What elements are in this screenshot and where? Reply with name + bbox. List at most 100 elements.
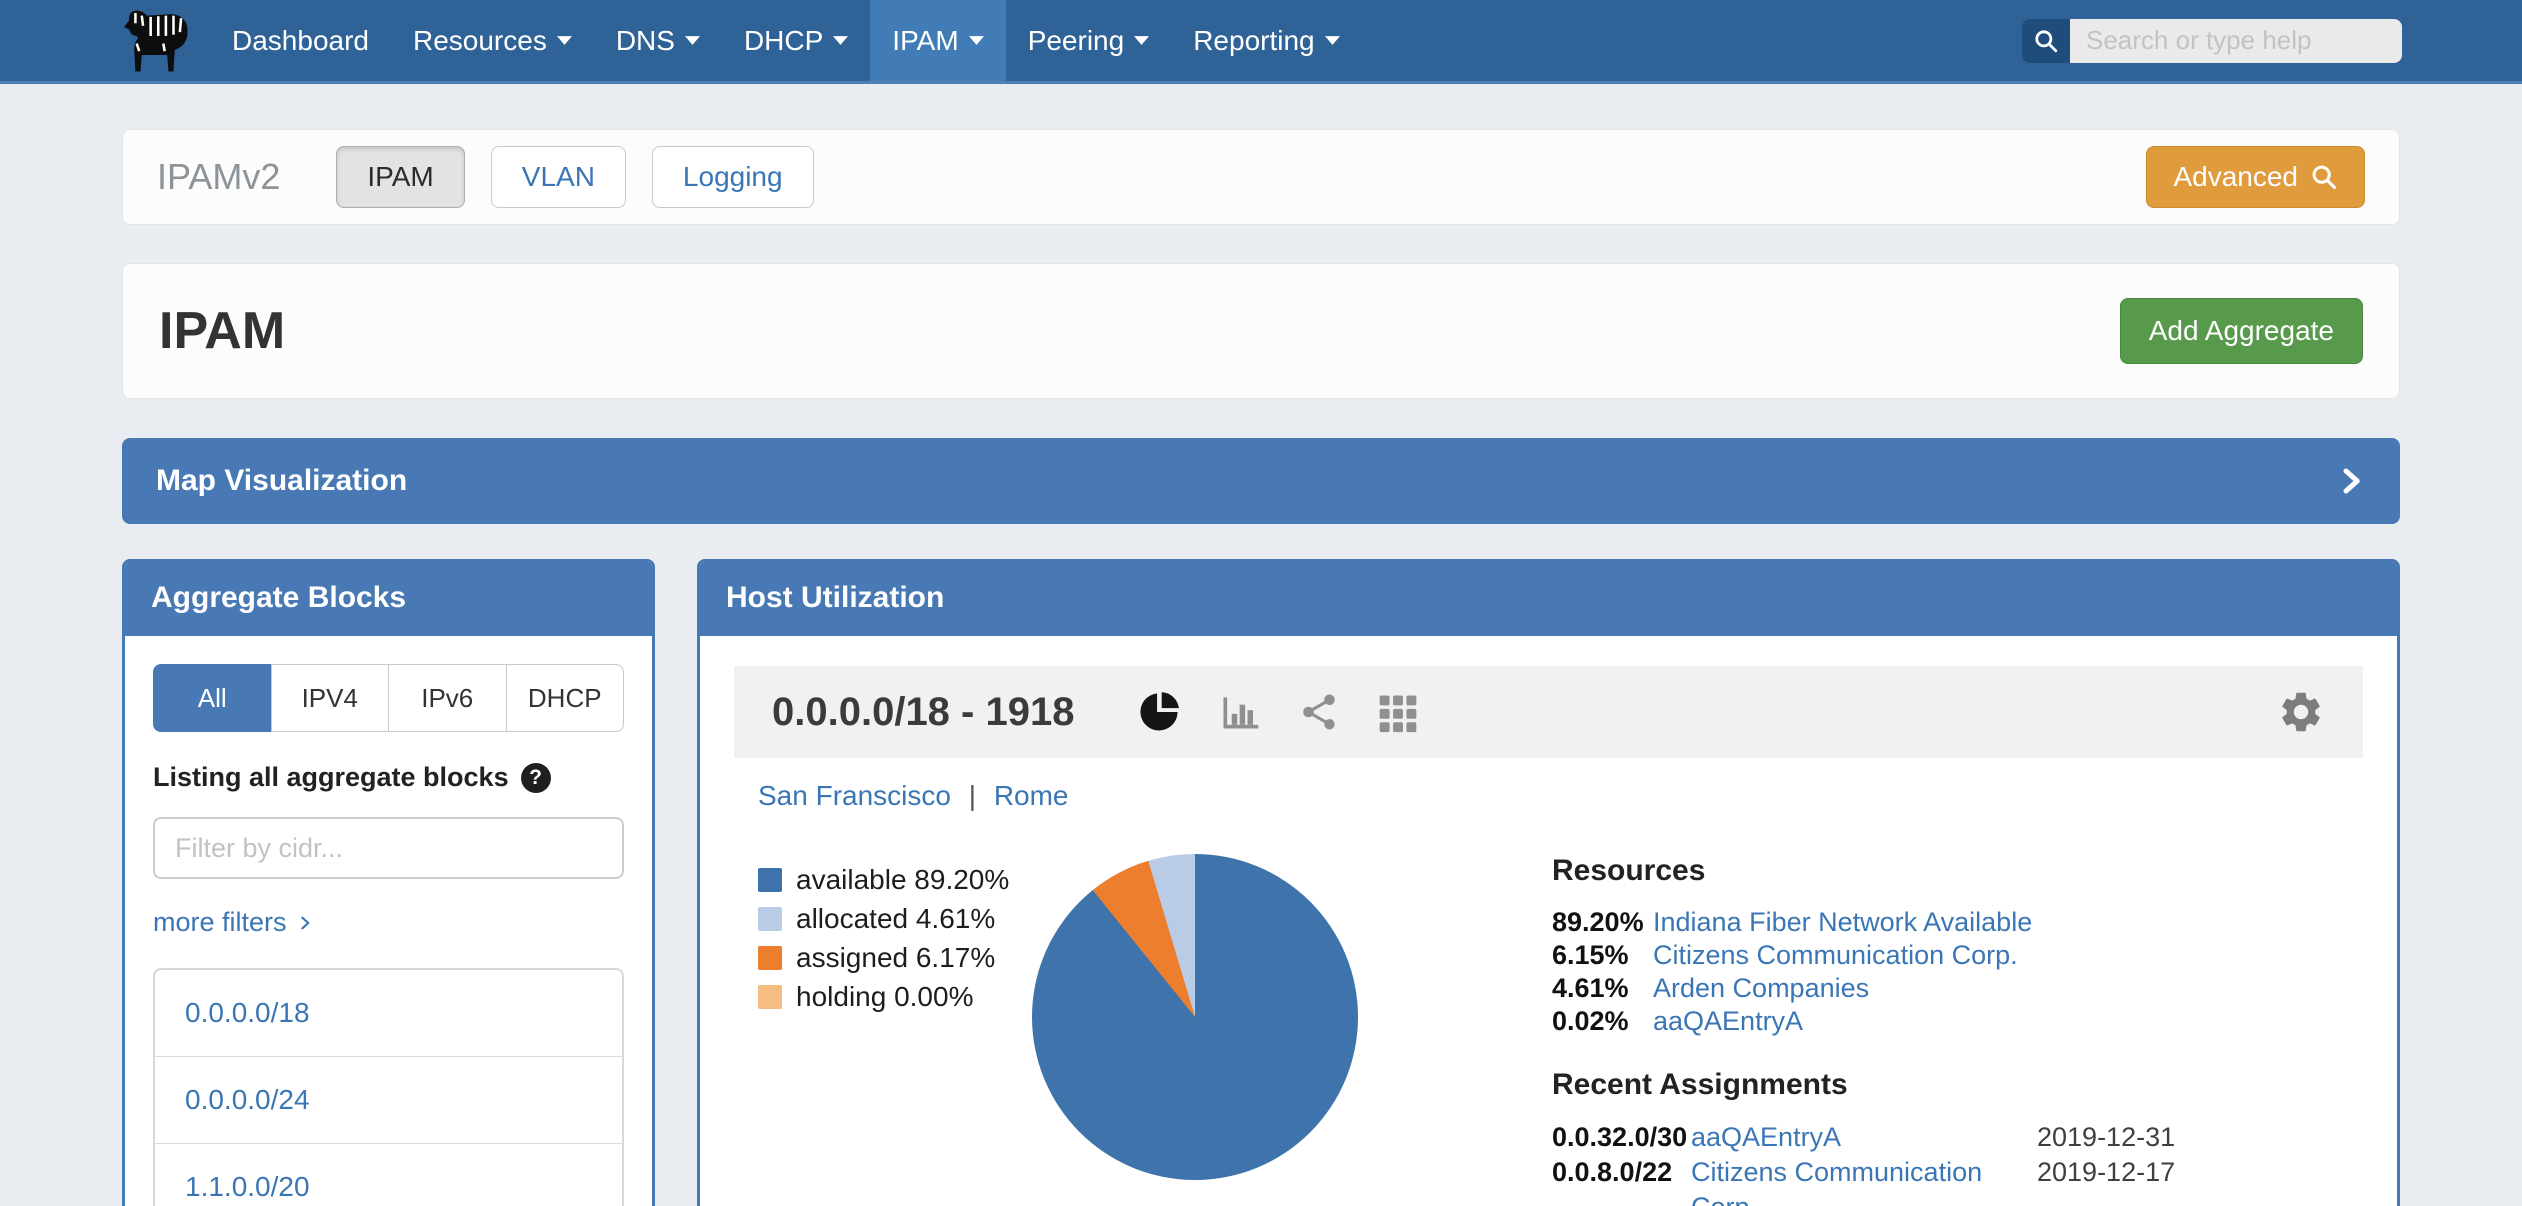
resource-row: 4.61%Arden Companies	[1552, 972, 2363, 1005]
chevron-down-icon	[1134, 36, 1149, 45]
pie-legend: available 89.20% allocated 4.61% assigne…	[758, 854, 1032, 1206]
block-list-item[interactable]: 0.0.0.0/24	[155, 1056, 622, 1143]
grid-icon	[1376, 690, 1420, 734]
chevron-down-icon	[969, 36, 984, 45]
stats-column: Resources 89.20%Indiana Fiber Network Av…	[1552, 854, 2363, 1206]
type-tab-all[interactable]: All	[153, 664, 272, 732]
settings-button[interactable]	[2277, 688, 2325, 736]
host-utilization-header: Host Utilization	[700, 562, 2397, 636]
search-input[interactable]	[2070, 19, 2402, 63]
nav-item-reporting[interactable]: Reporting	[1171, 0, 1361, 81]
legend-label: allocated 4.61%	[796, 903, 995, 935]
resource-link[interactable]: Arden Companies	[1653, 972, 2363, 1005]
chevron-down-icon	[557, 36, 572, 45]
aggregate-blocks-panel: Aggregate Blocks All IPV4 IPv6 DHCP List…	[122, 559, 655, 1206]
resource-percent: 4.61%	[1552, 972, 1653, 1005]
share-view-button[interactable]	[1298, 691, 1340, 733]
advanced-search-button[interactable]: Advanced	[2146, 146, 2365, 208]
content-row: Aggregate Blocks All IPV4 IPv6 DHCP List…	[122, 559, 2400, 1206]
type-tab-ipv6[interactable]: IPv6	[388, 664, 507, 732]
more-filters-link[interactable]: more filters	[153, 907, 624, 938]
search-button[interactable]	[2022, 19, 2070, 63]
legend-swatch-holding	[758, 985, 782, 1009]
assignment-cidr: 0.0.32.0/30	[1552, 1120, 1691, 1155]
subnav-title: IPAMv2	[157, 156, 280, 198]
chart-row: available 89.20% allocated 4.61% assigne…	[734, 854, 2363, 1206]
cidr-filter-input[interactable]	[153, 817, 624, 879]
chevron-down-icon	[1325, 36, 1340, 45]
nav-item-label: Resources	[413, 25, 547, 57]
help-icon[interactable]: ?	[521, 763, 551, 793]
block-list-item[interactable]: 1.1.0.0/20	[155, 1143, 622, 1206]
legend-swatch-assigned	[758, 946, 782, 970]
recent-assignment-row: 0.0.8.0/22Citizens Communication Corp.20…	[1552, 1155, 2363, 1206]
tab-logging[interactable]: Logging	[652, 146, 814, 208]
subnav-tabs: IPAM VLAN Logging	[336, 146, 813, 208]
legend-label: available 89.20%	[796, 864, 1009, 896]
resource-link[interactable]: Citizens Communication Corp.	[1653, 939, 2363, 972]
locations-line: San Franscisco | Rome	[734, 780, 2363, 812]
resource-link[interactable]: aaQAEntryA	[1653, 1005, 2363, 1038]
listing-label-line: Listing all aggregate blocks ?	[153, 762, 624, 793]
bar-chart-icon	[1218, 690, 1262, 734]
tab-vlan[interactable]: VLAN	[491, 146, 626, 208]
navbar: Dashboard Resources DNS DHCP IPAM Peerin…	[0, 0, 2522, 84]
share-icon	[1298, 691, 1340, 733]
resource-percent: 89.20%	[1552, 906, 1653, 939]
nav-item-peering[interactable]: Peering	[1006, 0, 1172, 81]
legend-label: holding 0.00%	[796, 981, 973, 1013]
page-title: IPAM	[159, 301, 285, 361]
add-aggregate-button[interactable]: Add Aggregate	[2120, 298, 2363, 364]
type-tab-dhcp[interactable]: DHCP	[506, 664, 625, 732]
assignment-link[interactable]: Citizens Communication Corp.	[1691, 1155, 2037, 1206]
chevron-down-icon	[685, 36, 700, 45]
search-icon	[2310, 163, 2338, 191]
resource-row: 6.15%Citizens Communication Corp.	[1552, 939, 2363, 972]
zebra-logo	[118, 8, 196, 74]
search-icon	[2033, 28, 2059, 54]
pie-chart-view-button[interactable]	[1136, 689, 1182, 735]
nav-item-dns[interactable]: DNS	[594, 0, 722, 81]
nav-item-dhcp[interactable]: DHCP	[722, 0, 870, 81]
host-utilization-pie-chart	[1032, 854, 1358, 1180]
recent-assignments-title: Recent Assignments	[1552, 1068, 2363, 1102]
nav-item-label: DNS	[616, 25, 675, 57]
map-visualization-title: Map Visualization	[156, 464, 407, 498]
recent-assignment-row: 0.0.32.0/30aaQAEntryA2019-12-31	[1552, 1120, 2363, 1155]
resource-percent: 0.02%	[1552, 1005, 1653, 1038]
resource-row: 89.20%Indiana Fiber Network Available	[1552, 906, 2363, 939]
host-utilization-panel: Host Utilization 0.0.0.0/18 - 1918	[697, 559, 2400, 1206]
chevron-down-icon	[833, 36, 848, 45]
resource-percent: 6.15%	[1552, 939, 1653, 972]
nav-item-label: Peering	[1028, 25, 1125, 57]
assignment-link[interactable]: aaQAEntryA	[1691, 1120, 2037, 1155]
location-link-san-franscisco[interactable]: San Franscisco	[758, 780, 951, 811]
legend-label: assigned 6.17%	[796, 942, 995, 974]
grid-view-button[interactable]	[1376, 690, 1420, 734]
map-visualization-bar[interactable]: Map Visualization	[122, 438, 2400, 524]
block-type-tabs: All IPV4 IPv6 DHCP	[153, 664, 624, 732]
legend-item-assigned: assigned 6.17%	[758, 942, 1032, 974]
subnav-card: IPAMv2 IPAM VLAN Logging Advanced	[122, 129, 2400, 225]
chevron-right-icon	[2336, 464, 2366, 498]
location-link-rome[interactable]: Rome	[994, 780, 1069, 811]
page-header-card: IPAM Add Aggregate	[122, 263, 2400, 399]
global-search	[2022, 0, 2402, 81]
resources-title: Resources	[1552, 854, 2363, 888]
nav-item-resources[interactable]: Resources	[391, 0, 594, 81]
pie-chart-icon	[1136, 689, 1182, 735]
tab-ipam[interactable]: IPAM	[336, 146, 464, 208]
bar-chart-view-button[interactable]	[1218, 690, 1262, 734]
nav-item-dashboard[interactable]: Dashboard	[210, 0, 391, 81]
type-tab-ipv4[interactable]: IPV4	[271, 664, 390, 732]
logo-wrap[interactable]	[0, 0, 210, 81]
assignment-cidr: 0.0.8.0/22	[1552, 1155, 1691, 1190]
legend-item-allocated: allocated 4.61%	[758, 903, 1032, 935]
nav-item-ipam[interactable]: IPAM	[870, 0, 1005, 81]
legend-swatch-allocated	[758, 907, 782, 931]
legend-item-available: available 89.20%	[758, 864, 1032, 896]
resource-link[interactable]: Indiana Fiber Network Available	[1653, 906, 2363, 939]
host-block-title: 0.0.0.0/18 - 1918	[772, 690, 1074, 735]
gear-icon	[2277, 688, 2325, 736]
block-list-item[interactable]: 0.0.0.0/18	[155, 970, 622, 1056]
